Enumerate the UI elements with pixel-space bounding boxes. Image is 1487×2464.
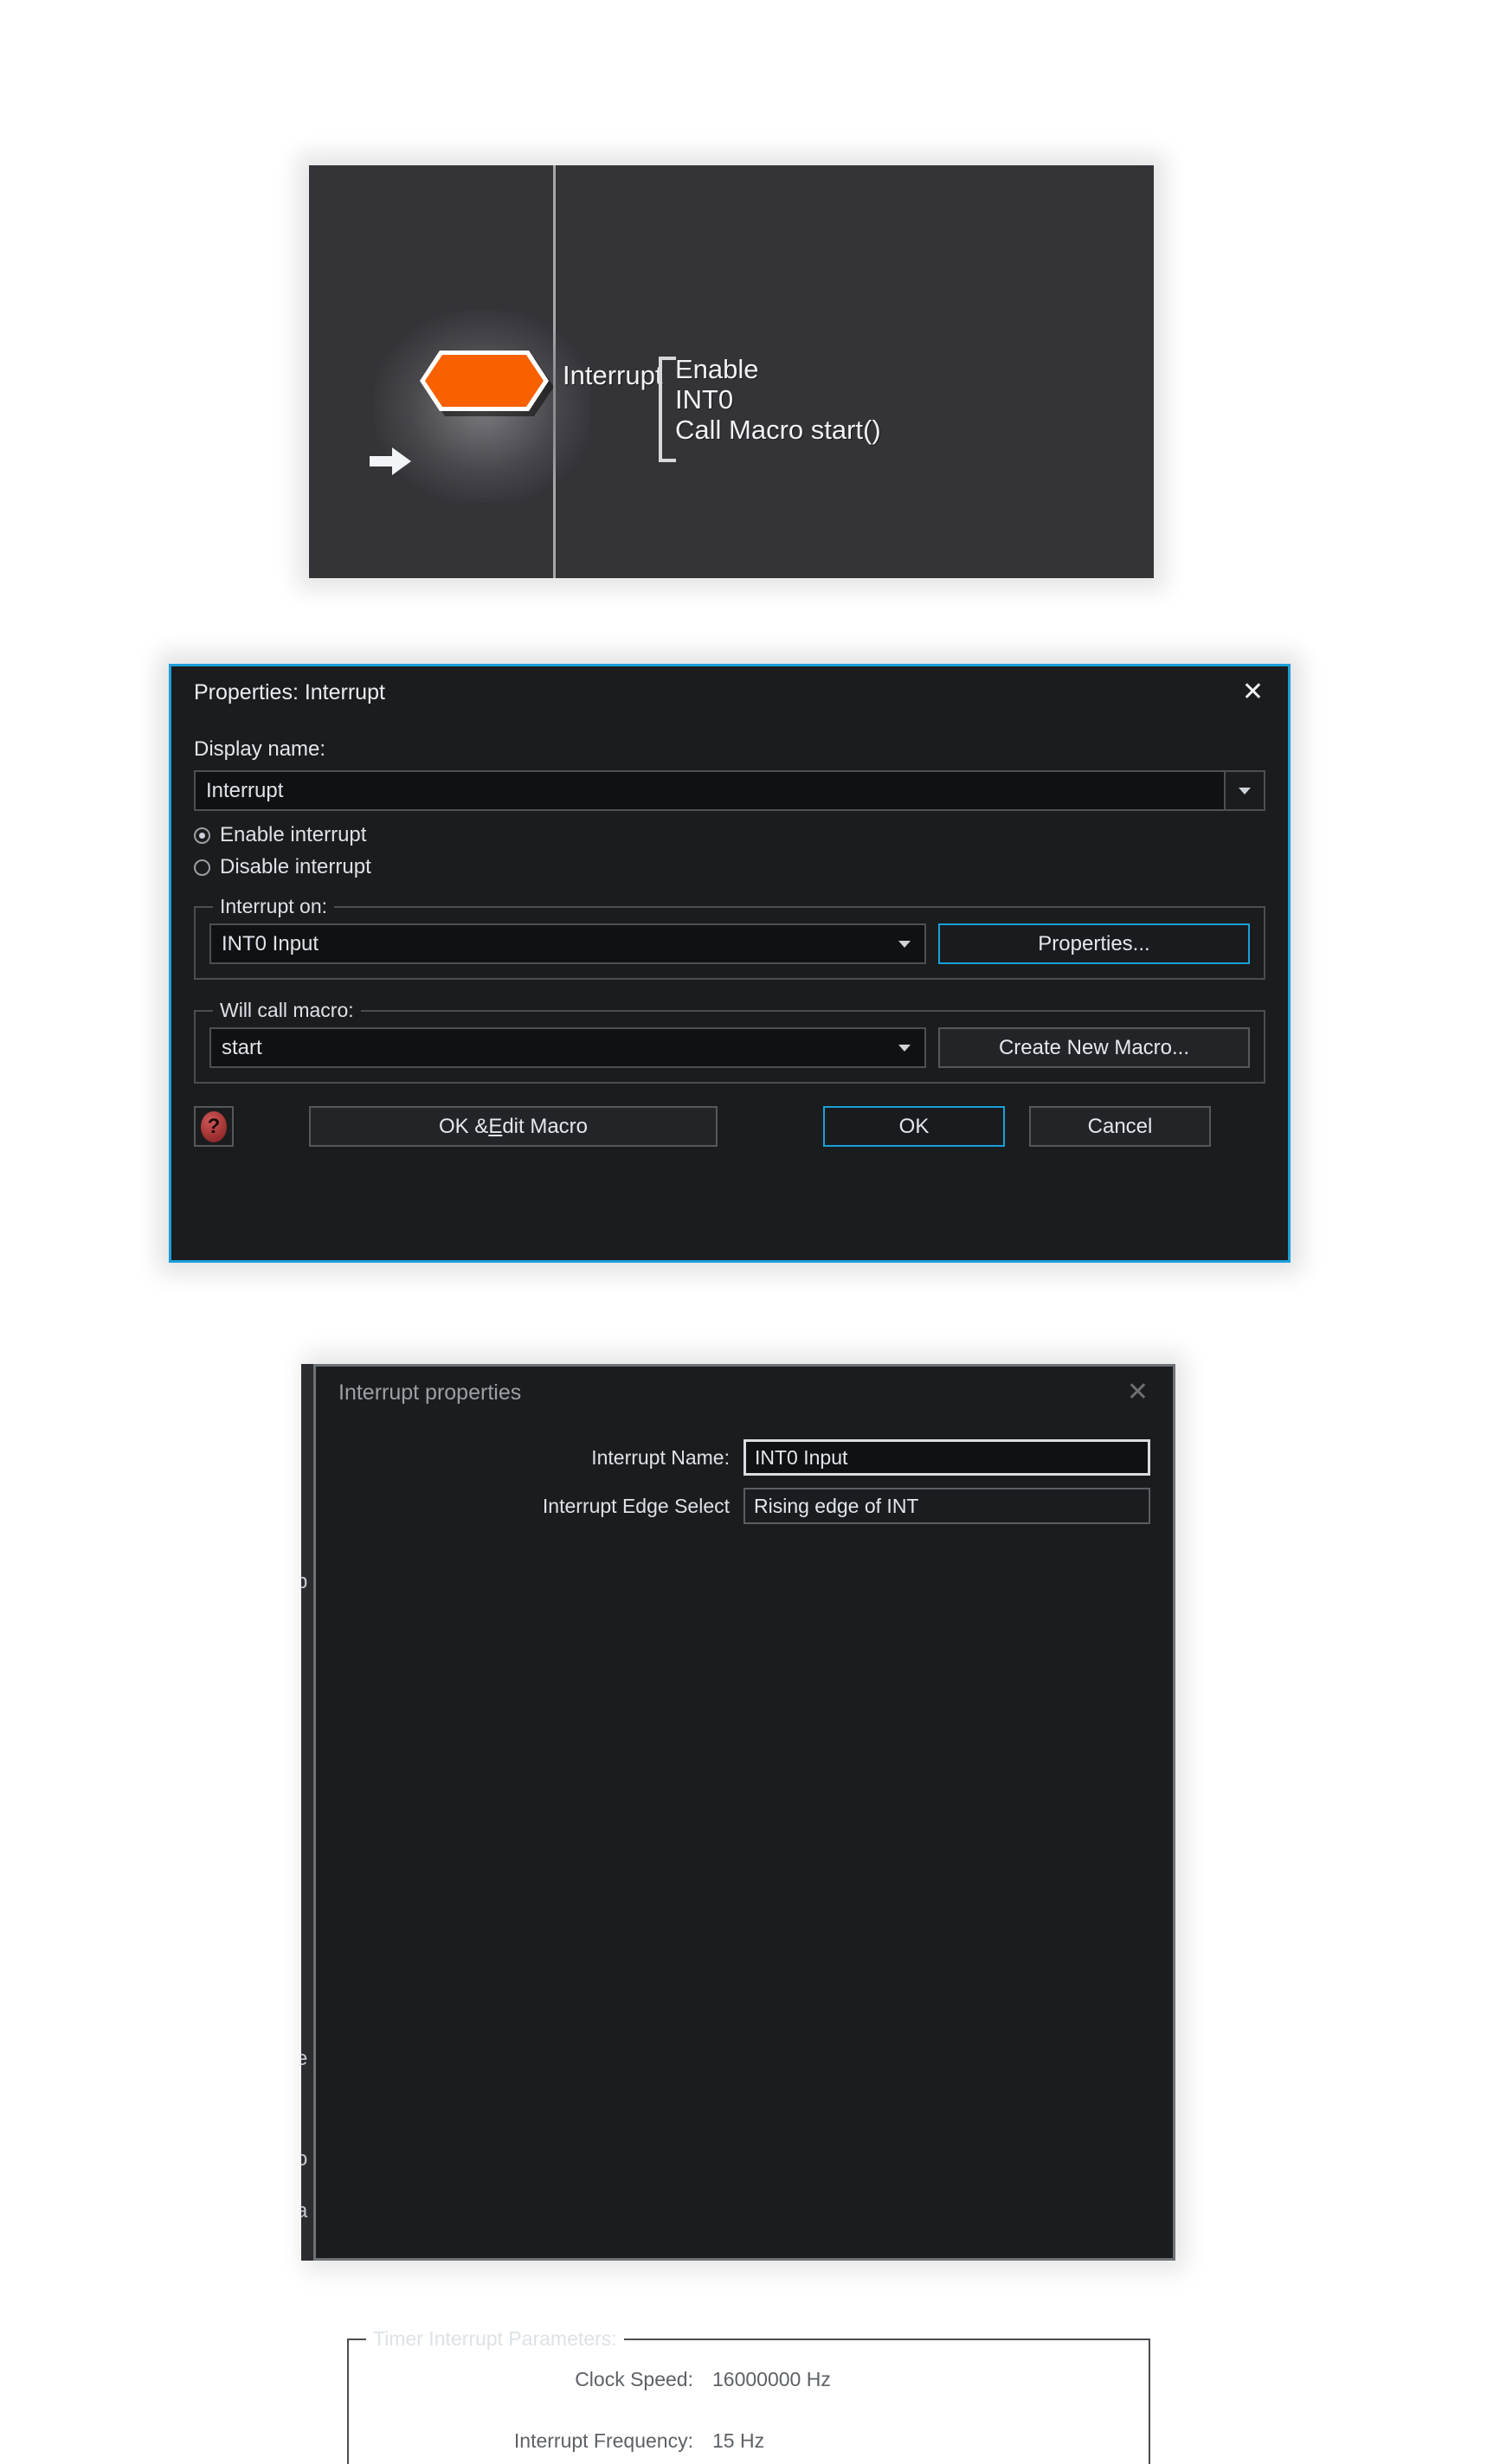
radio-enable-interrupt-label: Enable interrupt xyxy=(220,823,367,846)
question-mark-icon: ? xyxy=(201,1110,227,1142)
radio-disable-interrupt-indicator[interactable] xyxy=(194,859,210,876)
close-icon[interactable]: ✕ xyxy=(1118,1378,1157,1407)
interrupt-frequency-value: 15 Hz xyxy=(712,2429,765,2452)
timer-interrupt-parameters-group: Timer Interrupt Parameters: Clock Speed:… xyxy=(347,2327,1150,2464)
interrupt-edge-select[interactable]: Rising edge of INT xyxy=(744,1488,1150,1524)
clock-speed-label: Clock Speed: xyxy=(575,2368,693,2390)
ok-button[interactable]: OK xyxy=(823,1106,1005,1147)
interrupt-properties-dialog[interactable]: Interrupt properties ✕ Interrupt Name: I… xyxy=(313,1364,1175,2464)
timer-parameters-legend: Timer Interrupt Parameters: xyxy=(373,2327,617,2350)
interrupt-properties-button[interactable]: Properties... xyxy=(938,923,1250,964)
hexagon-interrupt-node[interactable] xyxy=(415,347,553,416)
interrupt-edge-row: Interrupt Edge Select Rising edge of INT xyxy=(338,1488,1150,1524)
annotation-line-enable: Enable xyxy=(675,354,759,384)
ok-and-edit-macro-button[interactable]: OK & Edit Macro xyxy=(309,1106,718,1147)
chevron-down-icon xyxy=(898,940,911,948)
dialog1-titlebar[interactable]: Properties: Interrupt ✕ xyxy=(171,666,1288,718)
close-icon[interactable]: ✕ xyxy=(1233,678,1272,707)
interrupt-name-row: Interrupt Name: INT0 Input xyxy=(338,1439,1150,1476)
interrupt-edge-label: Interrupt Edge Select xyxy=(542,1494,730,1517)
annotation-line-macro: Call Macro start() xyxy=(675,415,881,445)
radio-disable-interrupt[interactable]: Disable interrupt xyxy=(194,855,1265,879)
macro-value: start xyxy=(222,1035,262,1059)
sliver-fragment-0: p xyxy=(301,1570,307,1594)
interrupt-frequency-row: Interrupt Frequency: 15 Hz xyxy=(363,2429,1135,2453)
chevron-down-icon xyxy=(1239,787,1251,795)
cancel-button[interactable]: Cancel xyxy=(1029,1106,1211,1147)
arrow-right-icon xyxy=(368,445,413,478)
interrupt-on-value: INT0 Input xyxy=(222,931,319,955)
dialog1-footer: ? OK & Edit Macro OK Cancel xyxy=(194,1106,1265,1147)
sliver-fragment-3: a xyxy=(301,2199,307,2223)
interrupt-on-legend: Interrupt on: xyxy=(220,895,328,917)
display-name-label: Display name: xyxy=(194,737,326,761)
ok-edit-pre: OK & xyxy=(438,1114,489,1138)
dialog2-title: Interrupt properties xyxy=(338,1380,522,1405)
annotation-line-int0: INT0 xyxy=(675,384,734,415)
ok-edit-accesskey: E xyxy=(488,1114,503,1138)
interrupt-name-input[interactable]: INT0 Input xyxy=(744,1439,1150,1476)
ok-edit-post: dit Macro xyxy=(502,1114,589,1138)
node-annotations: Enable INT0 Call Macro start() xyxy=(675,354,881,445)
dialog2-titlebar[interactable]: Interrupt properties ✕ xyxy=(316,1367,1173,1419)
interrupt-mode-radio-group[interactable]: Enable interrupt Disable interrupt xyxy=(194,823,1265,879)
node-title-label: Interrupt xyxy=(563,360,663,390)
interrupt-on-select[interactable]: INT0 Input xyxy=(209,923,926,964)
radio-disable-interrupt-label: Disable interrupt xyxy=(220,855,371,878)
clock-speed-value: 16000000 Hz xyxy=(712,2368,831,2390)
create-new-macro-button[interactable]: Create New Macro... xyxy=(938,1027,1250,1068)
will-call-macro-group: Will call macro: start Create New Macro.… xyxy=(194,999,1265,1084)
will-call-macro-legend: Will call macro: xyxy=(220,999,354,1021)
chevron-down-icon xyxy=(898,1044,911,1052)
radio-enable-interrupt[interactable]: Enable interrupt xyxy=(194,823,1265,847)
flowchart-canvas[interactable]: Virginia 2 Interrupt Enable INT0 Call Ma… xyxy=(309,165,1154,578)
sliver-fragment-1: e xyxy=(301,2047,307,2071)
radio-enable-interrupt-indicator[interactable] xyxy=(194,827,210,844)
properties-interrupt-dialog[interactable]: Properties: Interrupt ✕ Display name: In… xyxy=(169,664,1291,1263)
display-name-dropdown-button[interactable] xyxy=(1224,770,1265,811)
interrupt-name-label: Interrupt Name: xyxy=(591,1445,730,1469)
help-button[interactable]: ? xyxy=(194,1106,234,1147)
dialog1-title: Properties: Interrupt xyxy=(194,679,385,704)
annotation-bracket xyxy=(659,357,676,462)
sliver-fragment-2: o xyxy=(301,2147,307,2171)
interrupt-frequency-label: Interrupt Frequency: xyxy=(513,2429,693,2452)
interrupt-edge-value: Rising edge of INT xyxy=(754,1494,919,1517)
macro-select[interactable]: start xyxy=(209,1027,926,1068)
display-name-input[interactable]: Interrupt xyxy=(194,770,1224,811)
interrupt-on-group: Interrupt on: INT0 Input Properties... xyxy=(194,895,1265,980)
display-name-combo[interactable]: Interrupt xyxy=(194,770,1265,811)
clock-speed-row: Clock Speed: 16000000 Hz xyxy=(363,2368,1135,2391)
